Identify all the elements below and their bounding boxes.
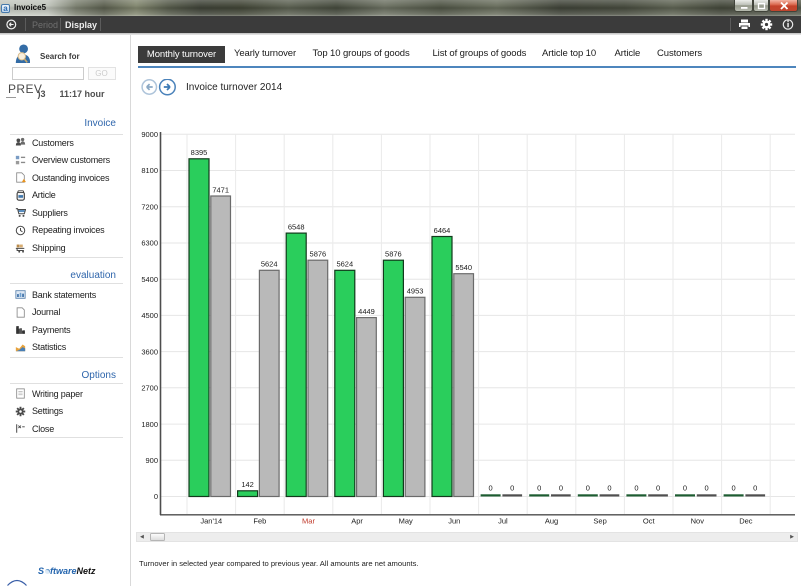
svg-text:Feb: Feb bbox=[253, 517, 266, 526]
svg-text:0: 0 bbox=[537, 484, 541, 493]
svg-text:8100: 8100 bbox=[141, 166, 158, 175]
svg-text:7200: 7200 bbox=[141, 202, 158, 211]
svg-text:6464: 6464 bbox=[434, 226, 451, 235]
svg-text:5540: 5540 bbox=[455, 263, 472, 272]
svg-text:May: May bbox=[399, 517, 413, 526]
svg-text:4953: 4953 bbox=[407, 287, 424, 296]
svg-text:0: 0 bbox=[559, 484, 563, 493]
svg-text:0: 0 bbox=[586, 484, 590, 493]
svg-text:Aug: Aug bbox=[545, 517, 558, 526]
svg-text:Dec: Dec bbox=[739, 517, 753, 526]
svg-text:Mar: Mar bbox=[302, 517, 315, 526]
svg-text:1800: 1800 bbox=[141, 420, 158, 429]
svg-text:Sep: Sep bbox=[593, 517, 606, 526]
svg-text:Apr: Apr bbox=[351, 517, 363, 526]
svg-text:0: 0 bbox=[732, 484, 736, 493]
svg-text:2700: 2700 bbox=[141, 384, 158, 393]
svg-text:4500: 4500 bbox=[141, 311, 158, 320]
svg-text:Nov: Nov bbox=[691, 517, 705, 526]
svg-text:4449: 4449 bbox=[358, 307, 375, 316]
svg-text:0: 0 bbox=[656, 484, 660, 493]
svg-text:5624: 5624 bbox=[261, 260, 278, 269]
svg-text:Jul: Jul bbox=[498, 517, 508, 526]
svg-text:0: 0 bbox=[489, 484, 493, 493]
svg-text:5400: 5400 bbox=[141, 275, 158, 284]
svg-text:0: 0 bbox=[705, 484, 709, 493]
svg-text:5876: 5876 bbox=[385, 250, 402, 259]
svg-text:Oct: Oct bbox=[643, 517, 656, 526]
svg-text:8395: 8395 bbox=[191, 148, 208, 157]
svg-text:Jun: Jun bbox=[448, 517, 460, 526]
svg-text:6548: 6548 bbox=[288, 223, 305, 232]
svg-text:0: 0 bbox=[683, 484, 687, 493]
svg-text:9000: 9000 bbox=[141, 130, 158, 139]
svg-text:Jan'14: Jan'14 bbox=[200, 517, 222, 526]
svg-text:3600: 3600 bbox=[141, 347, 158, 356]
svg-text:0: 0 bbox=[510, 484, 514, 493]
svg-text:0: 0 bbox=[753, 484, 757, 493]
svg-text:7471: 7471 bbox=[212, 185, 229, 194]
svg-text:900: 900 bbox=[145, 456, 158, 465]
svg-text:5876: 5876 bbox=[310, 250, 327, 259]
svg-text:6300: 6300 bbox=[141, 239, 158, 248]
svg-text:0: 0 bbox=[154, 492, 158, 501]
svg-text:5624: 5624 bbox=[336, 260, 353, 269]
svg-text:0: 0 bbox=[634, 484, 638, 493]
svg-text:142: 142 bbox=[241, 480, 254, 489]
svg-text:0: 0 bbox=[607, 484, 611, 493]
